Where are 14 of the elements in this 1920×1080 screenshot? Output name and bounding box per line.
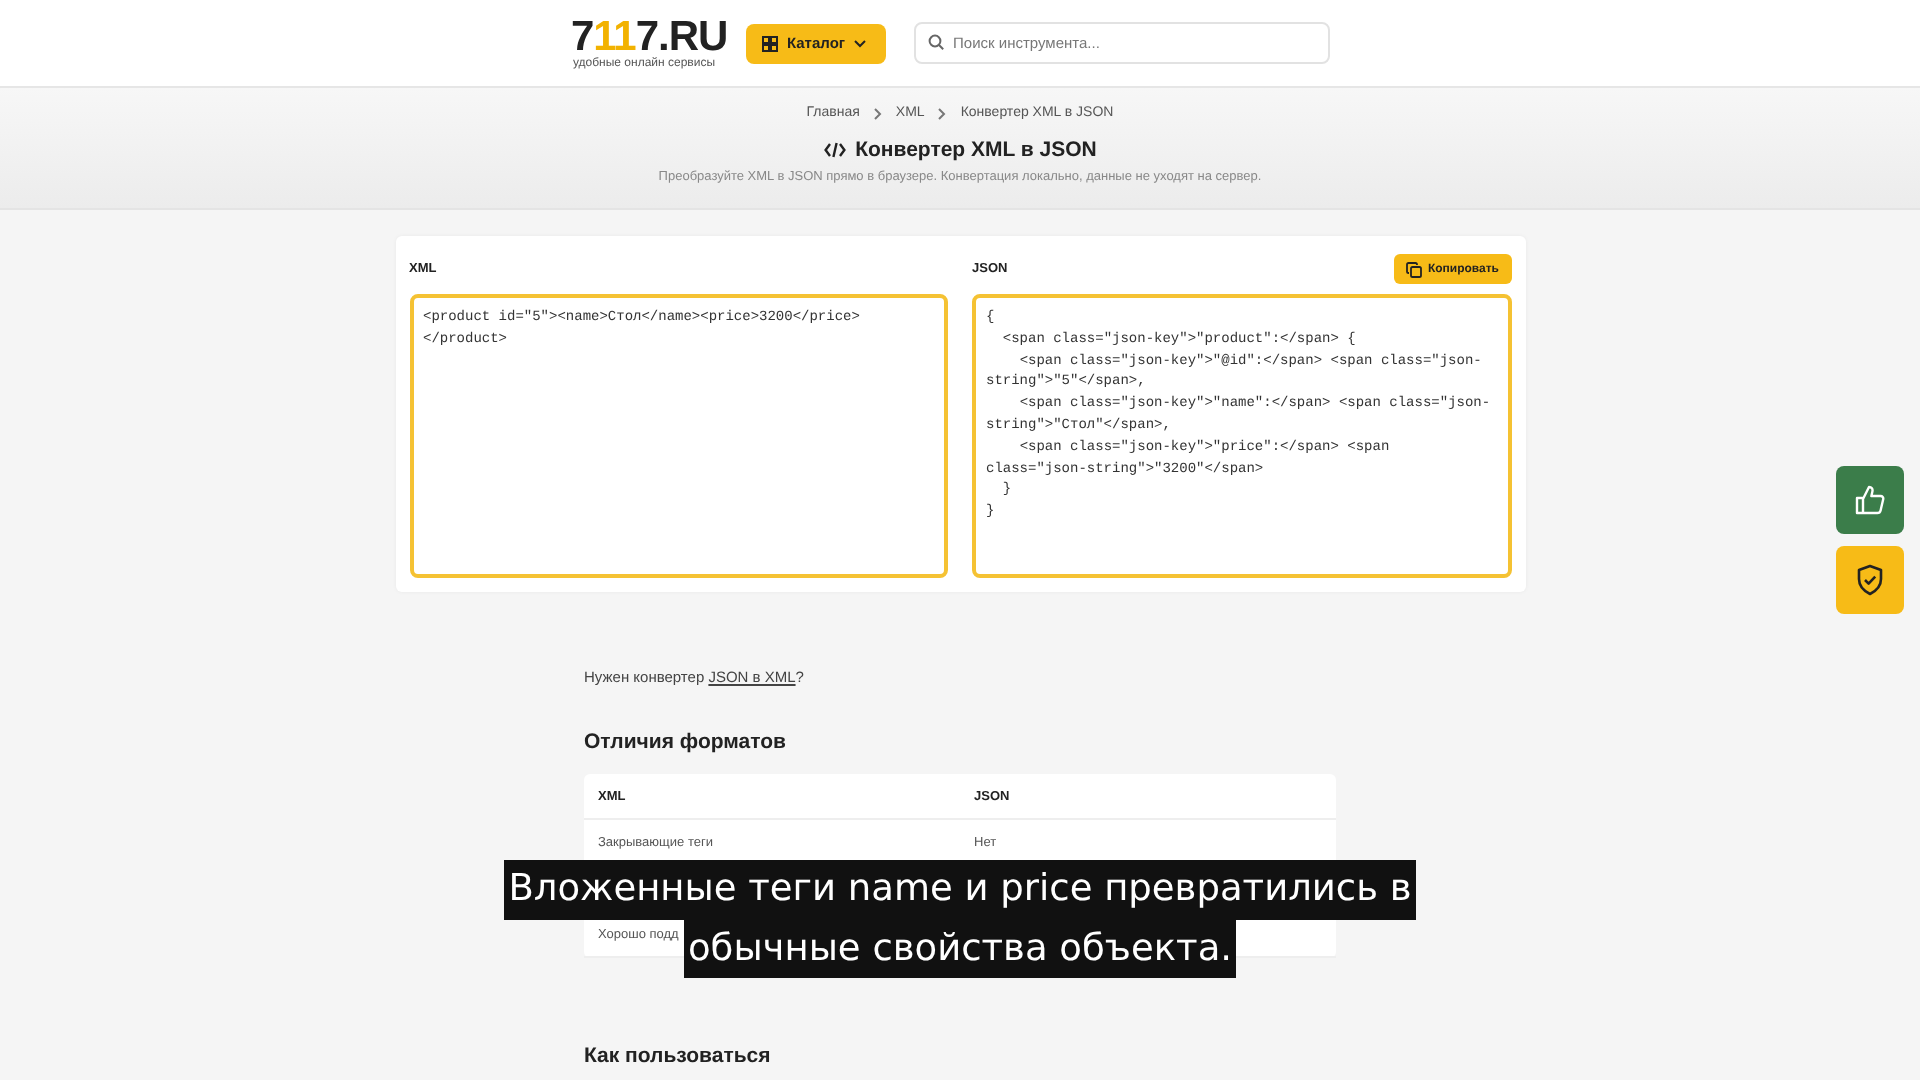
thumbs-up-icon [1854, 484, 1886, 516]
chevron-right-icon [938, 107, 947, 119]
grid-icon [762, 35, 779, 51]
security-button[interactable] [1836, 546, 1904, 614]
chevron-right-icon [873, 107, 882, 119]
code-icon [823, 142, 846, 158]
search-icon [927, 34, 944, 50]
like-button[interactable] [1836, 466, 1904, 534]
shield-check-icon [1856, 564, 1884, 596]
section-heading: Как пользоваться [584, 1044, 773, 1068]
chevron-down-icon [853, 39, 866, 47]
copy-icon [1405, 261, 1422, 277]
page-title: Конвертер XML в JSON [855, 138, 1097, 162]
section-heading: Отличия форматов [584, 730, 788, 754]
